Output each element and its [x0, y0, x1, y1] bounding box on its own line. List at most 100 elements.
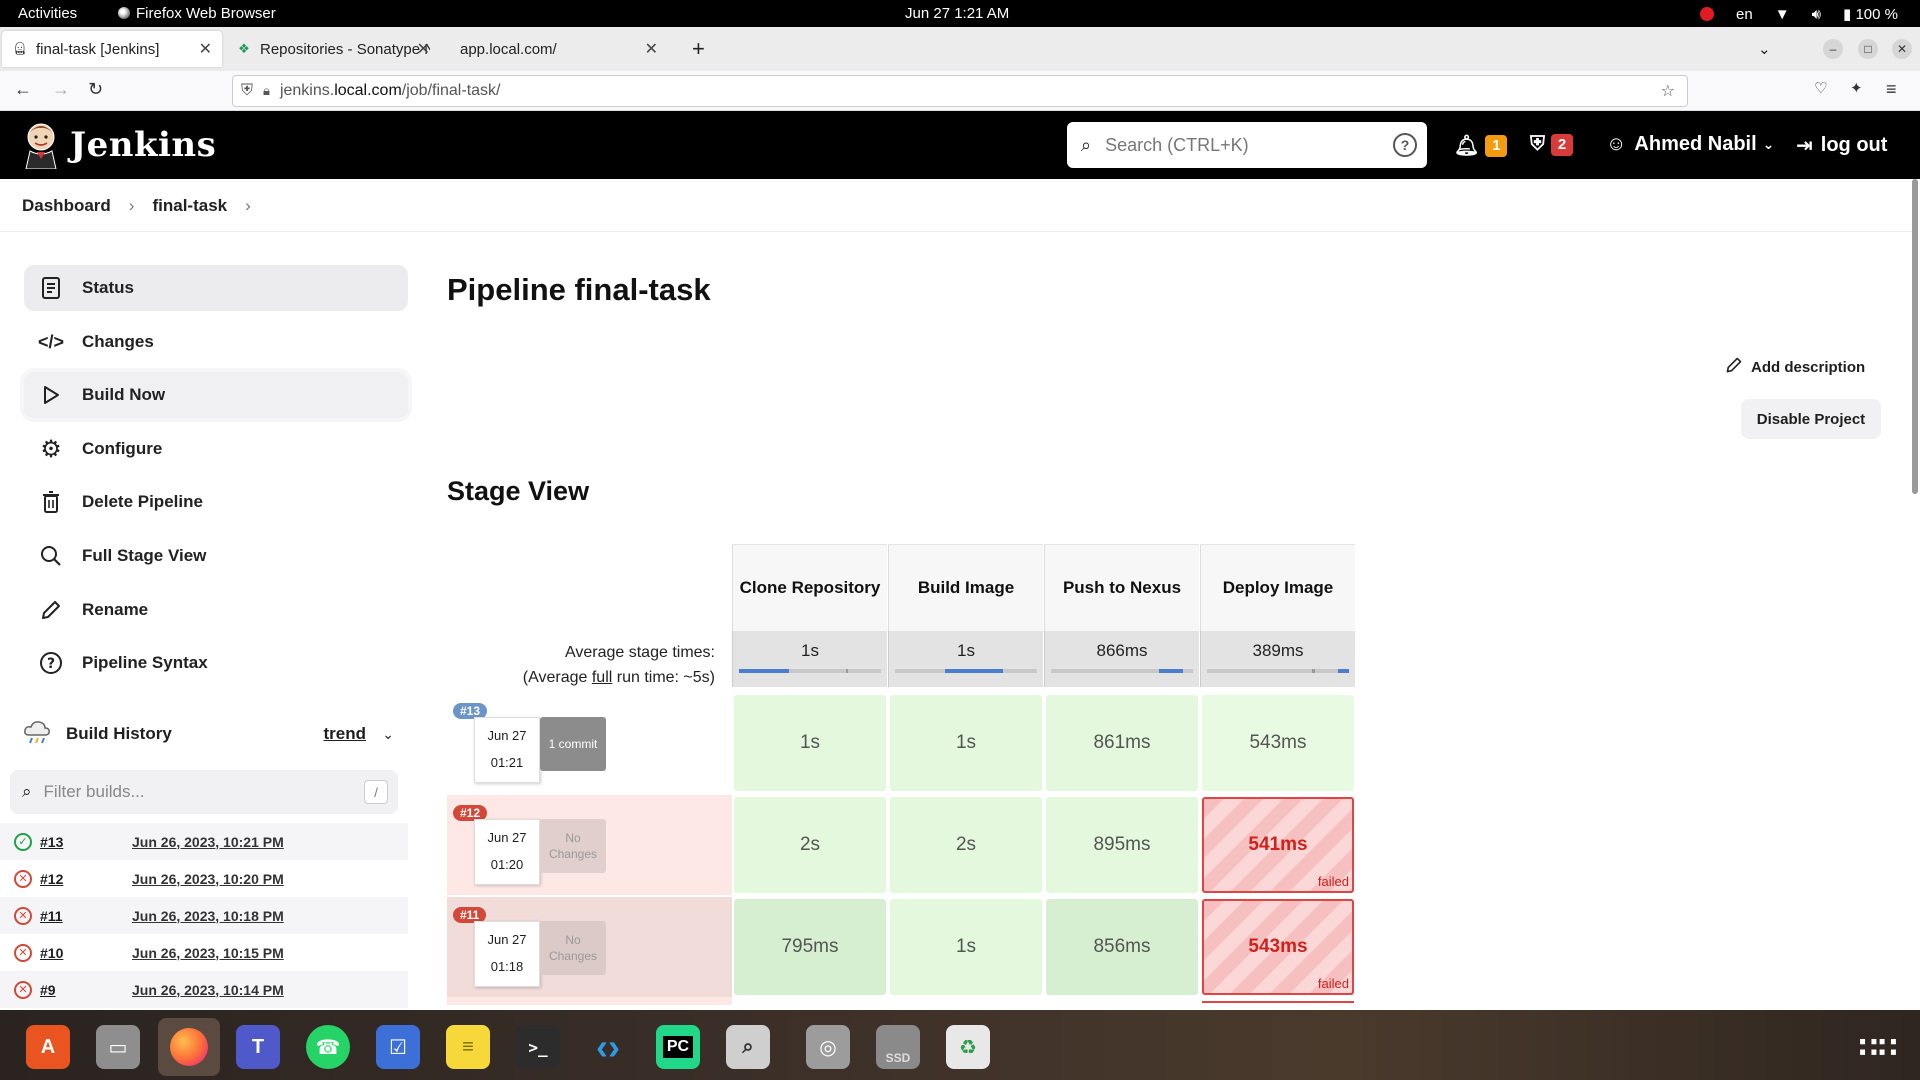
help-icon[interactable]: ?	[1393, 133, 1417, 157]
changes-box[interactable]: 1 commit	[540, 717, 606, 771]
build-number-link[interactable]: #13	[40, 834, 132, 850]
sidebar-item-rename[interactable]: Rename	[24, 587, 408, 633]
build-history-row[interactable]: ✕ #11 Jun 26, 2023, 10:18 PM	[0, 897, 408, 934]
changes-box[interactable]: No Changes	[540, 921, 606, 975]
user-menu[interactable]: ☺ Ahmed Nabil ⌄	[1606, 133, 1774, 156]
stage-cell-failed[interactable]: 541ms failed	[1202, 797, 1354, 893]
forward-icon[interactable]: →	[52, 79, 70, 100]
stage-cell[interactable]: 856ms	[1046, 899, 1198, 995]
ssd-icon[interactable]: SSD	[876, 1025, 920, 1069]
stage-cell[interactable]: 1s	[890, 695, 1042, 791]
search-box[interactable]: ⌕ Search (CTRL+K) ?	[1067, 122, 1427, 168]
jenkins-logo[interactable]: Jenkins	[22, 121, 216, 169]
pocket-icon[interactable]: ♡	[1814, 79, 1827, 97]
breadcrumb-final-task[interactable]: final-task	[152, 196, 227, 216]
list-tabs-button[interactable]: ⌄	[1748, 31, 1781, 67]
chevron-down-icon[interactable]: ⌄	[382, 726, 394, 743]
add-description-link[interactable]: Add description	[1725, 356, 1865, 378]
ubuntu-software-icon[interactable]: A	[26, 1025, 70, 1069]
sidebar-item-pipeline-syntax[interactable]: ? Pipeline Syntax	[24, 640, 408, 686]
sidebar-item-delete-pipeline[interactable]: Delete Pipeline	[24, 479, 408, 525]
stage-cell[interactable]: 895ms	[1046, 797, 1198, 893]
tasks-icon[interactable]: ☑	[376, 1025, 420, 1069]
stage-cell[interactable]: 2s	[734, 797, 886, 893]
sidebar-item-full-stage-view[interactable]: Full Stage View	[24, 533, 408, 579]
tab-app-local[interactable]: app.local.com/ ✕	[450, 31, 668, 67]
language-indicator[interactable]: en	[1736, 6, 1753, 23]
stage-average-value: 389ms	[1252, 641, 1304, 660]
sidebar-item-build-now[interactable]: Build Now	[24, 372, 408, 418]
stage-cell[interactable]: 795ms	[734, 899, 886, 995]
tab-jenkins[interactable]: 🤵︎ final-task [Jenkins] ✕	[2, 31, 222, 67]
build-history-row[interactable]: ✕ #9 Jun 26, 2023, 10:14 PM	[0, 971, 408, 1008]
vscode-icon[interactable]: ‹›	[586, 1025, 630, 1069]
sidebar-item-configure[interactable]: ⚙ Configure	[24, 426, 408, 472]
chevron-right-icon[interactable]: ›	[245, 196, 251, 216]
build-history-row[interactable]: ✕ #10 Jun 26, 2023, 10:15 PM	[0, 934, 408, 971]
firefox-icon[interactable]	[158, 1018, 220, 1076]
app-grid-icon[interactable]: ∷∷	[1856, 1025, 1900, 1069]
page-scrollbar[interactable]	[1912, 179, 1918, 494]
build-date-link[interactable]: Jun 26, 2023, 10:18 PM	[132, 908, 284, 924]
tab-sonatype[interactable]: ❖ Repositories - Sonatype N ✕	[226, 31, 440, 67]
stage-cell[interactable]: 2s	[890, 797, 1042, 893]
pycharm-icon[interactable]: PC	[656, 1025, 700, 1069]
extensions-icon[interactable]: ✦	[1850, 79, 1863, 97]
close-icon[interactable]: ✕	[199, 39, 212, 59]
build-history-row[interactable]: ✕ #12 Jun 26, 2023, 10:20 PM	[0, 860, 408, 897]
build-number-link[interactable]: #11	[40, 908, 132, 924]
security-button[interactable]: ⛨ 2	[1530, 133, 1573, 156]
logout-button[interactable]: ⇥ log out	[1796, 133, 1887, 158]
system-tray[interactable]: en ▼ 🔊︎ ▮ 100 %	[1700, 5, 1898, 23]
disable-project-button[interactable]: Disable Project	[1741, 399, 1881, 439]
stage-cell[interactable]: 1s	[890, 899, 1042, 995]
reload-icon[interactable]: ↻	[88, 79, 103, 100]
build-date-link[interactable]: Jun 26, 2023, 10:15 PM	[132, 945, 284, 961]
teams-icon[interactable]: T	[236, 1025, 280, 1069]
close-icon[interactable]: ✕	[417, 39, 430, 59]
stage-cell[interactable]: 861ms	[1046, 695, 1198, 791]
activities-button[interactable]: Activities	[18, 5, 77, 22]
close-icon[interactable]: ✕	[645, 39, 658, 59]
build-number-link[interactable]: #12	[40, 871, 132, 887]
app-menu[interactable]: Firefox Web Browser	[118, 5, 276, 22]
bookmark-star-icon[interactable]: ☆	[1661, 81, 1675, 101]
maximize-button[interactable]: □	[1858, 39, 1878, 59]
shield-icon[interactable]: ⛨	[241, 82, 253, 100]
back-icon[interactable]: ←	[14, 79, 32, 100]
url-bar[interactable]: ⛨ 🔒︎ jenkins. local.com/job/final-task/ ☆	[232, 75, 1688, 107]
full-link[interactable]: full	[592, 669, 612, 686]
build-date-link[interactable]: Jun 26, 2023, 10:20 PM	[132, 871, 284, 887]
build-history-row[interactable]: ✓ #13 Jun 26, 2023, 10:21 PM	[0, 823, 408, 860]
stage-cell[interactable]: 543ms	[1202, 695, 1354, 791]
stage-cell-failed[interactable]: 543ms failed	[1202, 899, 1354, 995]
disks-icon[interactable]: ◎	[806, 1025, 850, 1069]
new-tab-button[interactable]: +	[682, 31, 715, 67]
terminal-icon[interactable]: >_	[516, 1025, 560, 1069]
clock[interactable]: Jun 27 1:21 AM	[905, 5, 1009, 22]
files-icon[interactable]: ▭	[96, 1025, 140, 1069]
trend-link[interactable]: trend	[324, 724, 367, 744]
close-window-button[interactable]: ✕	[1892, 39, 1912, 59]
add-description-label: Add description	[1751, 358, 1866, 376]
sidebar-item-changes[interactable]: </> Changes	[24, 319, 408, 365]
filter-builds-input[interactable]: ⌕ Filter builds... /	[10, 770, 398, 814]
notifications-button[interactable]: 🔔︎ 1	[1454, 133, 1508, 158]
build-date-link[interactable]: Jun 26, 2023, 10:21 PM	[132, 834, 284, 850]
trash-icon[interactable]: ♻	[946, 1025, 990, 1069]
whatsapp-icon[interactable]: ☎	[306, 1025, 350, 1069]
sidebar-item-status[interactable]: Status	[24, 265, 408, 311]
build-number-link[interactable]: #9	[40, 982, 132, 998]
changes-box[interactable]: No Changes	[540, 819, 606, 873]
breadcrumb-dashboard[interactable]: Dashboard	[22, 196, 111, 216]
build-date-link[interactable]: Jun 26, 2023, 10:14 PM	[132, 982, 284, 998]
stage-run-row-partial	[447, 997, 732, 1005]
image-viewer-icon[interactable]: ⌕	[726, 1025, 770, 1069]
stage-cell[interactable]: 1s	[734, 695, 886, 791]
menu-icon[interactable]: ≡	[1886, 79, 1897, 100]
notes-icon[interactable]: ≡	[446, 1025, 490, 1069]
minimize-button[interactable]: –	[1823, 39, 1843, 59]
lock-icon[interactable]: 🔒︎	[263, 83, 270, 99]
build-number-link[interactable]: #10	[40, 945, 132, 961]
stage-header: Push to Nexus	[1044, 545, 1199, 631]
